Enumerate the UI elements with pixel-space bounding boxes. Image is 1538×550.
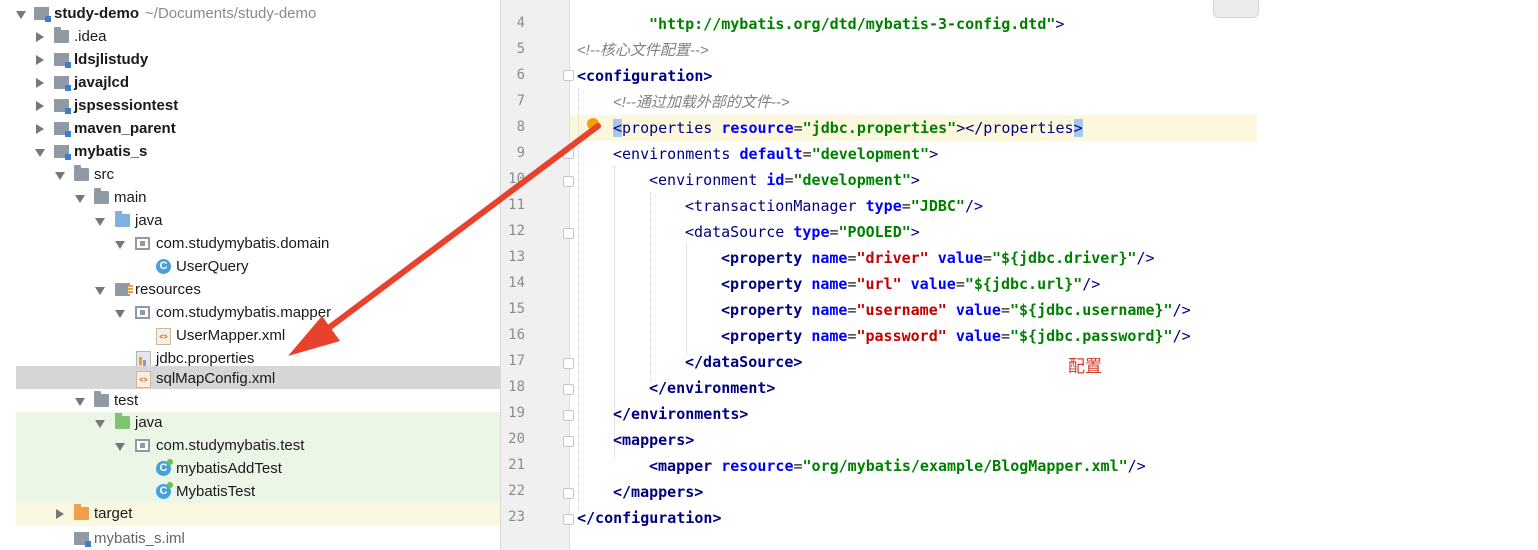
annotation-arrow-icon [288,123,601,356]
